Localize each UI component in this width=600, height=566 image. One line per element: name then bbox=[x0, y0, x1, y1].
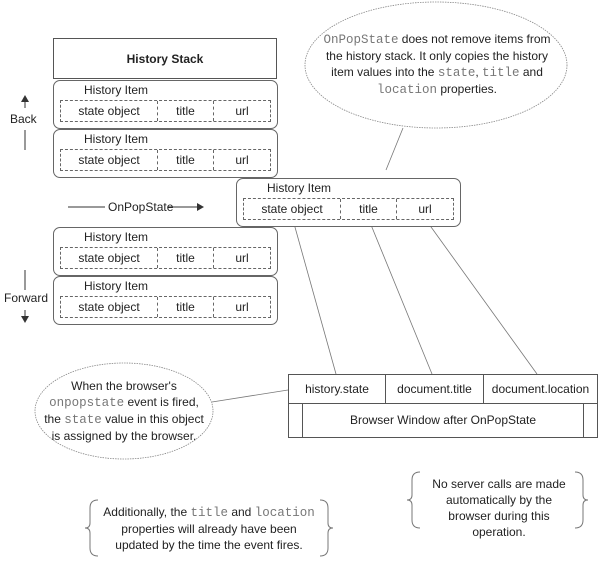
property-document-location: document.location bbox=[491, 382, 590, 396]
connector-url bbox=[425, 219, 538, 375]
callout-text: , bbox=[475, 65, 483, 79]
callout-top-pointer bbox=[385, 127, 404, 171]
code-location: location bbox=[254, 506, 315, 520]
history-item-label: History Item bbox=[84, 230, 149, 244]
code-title: title bbox=[190, 506, 228, 520]
note-text: Additionally, the bbox=[103, 505, 191, 519]
popped-history-item: History Item state object title url bbox=[236, 178, 461, 227]
field-state-object: state object bbox=[61, 297, 158, 317]
callout-top-text: OnPopState does not remove items from th… bbox=[318, 31, 556, 98]
field-state-object: state object bbox=[61, 248, 158, 268]
code-state: state bbox=[437, 66, 476, 80]
field-title: title bbox=[158, 101, 214, 121]
callout-text: and bbox=[519, 65, 543, 79]
history-item-label: History Item bbox=[84, 83, 149, 97]
note-text: properties will already have been update… bbox=[115, 522, 303, 552]
history-item-label: History Item bbox=[84, 279, 149, 293]
history-item: History Item state object title url bbox=[53, 80, 278, 129]
code-onpopstate: OnPopState bbox=[323, 33, 399, 47]
browser-window: history.state document.title document.lo… bbox=[288, 374, 598, 438]
callout-left-pointer bbox=[211, 389, 289, 403]
history-item-label: History Item bbox=[84, 132, 149, 146]
field-state-object: state object bbox=[61, 101, 158, 121]
forward-label: Forward bbox=[4, 291, 49, 305]
code-onpopstate: onpopstate bbox=[49, 396, 125, 410]
history-item: History Item state object title url bbox=[53, 129, 278, 178]
property-history-state: history.state bbox=[289, 375, 386, 403]
callout-left-text: When the browser's onpopstate event is f… bbox=[40, 378, 208, 444]
note-text: and bbox=[227, 505, 255, 519]
property-document-title: document.title bbox=[386, 375, 484, 403]
field-url: url bbox=[235, 300, 249, 314]
back-label: Back bbox=[10, 112, 37, 126]
code-state: state bbox=[64, 413, 102, 427]
code-title: title bbox=[482, 66, 520, 80]
connector-title bbox=[368, 219, 433, 375]
onpopstate-label: OnPopState bbox=[108, 200, 174, 214]
field-url: url bbox=[418, 202, 432, 216]
callout-text: When the browser's bbox=[71, 379, 177, 393]
field-state-object: state object bbox=[244, 199, 341, 219]
field-title: title bbox=[341, 199, 397, 219]
brace-right-additional bbox=[319, 499, 334, 557]
history-stack-title: History Stack bbox=[53, 38, 277, 79]
field-title: title bbox=[158, 297, 214, 317]
brace-left-server bbox=[406, 471, 421, 529]
history-item-label: History Item bbox=[267, 181, 332, 195]
field-url: url bbox=[235, 153, 249, 167]
history-item: History Item state object title url bbox=[53, 227, 278, 276]
code-location: location bbox=[376, 83, 437, 97]
note-additional: Additionally, the title and location pro… bbox=[100, 504, 318, 553]
field-url: url bbox=[235, 251, 249, 265]
field-title: title bbox=[158, 150, 214, 170]
browser-window-caption: Browser Window after OnPopState bbox=[302, 403, 584, 437]
brace-right-server bbox=[574, 471, 589, 529]
field-title: title bbox=[158, 248, 214, 268]
field-url: url bbox=[235, 104, 249, 118]
brace-left-additional bbox=[84, 499, 99, 557]
connector-state bbox=[292, 219, 337, 375]
history-item: History Item state object title url bbox=[53, 276, 278, 325]
field-state-object: state object bbox=[61, 150, 158, 170]
callout-text: properties. bbox=[436, 82, 498, 96]
note-server: No server calls are made automatically b… bbox=[432, 477, 566, 539]
